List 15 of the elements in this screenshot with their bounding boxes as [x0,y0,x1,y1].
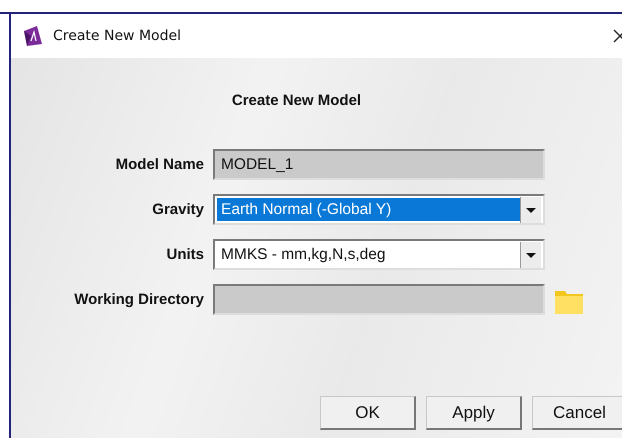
dropdown[interactable]: MMKS - mm,kg,N,s,deg [213,239,545,270]
window-title: Create New Model [53,28,182,44]
field-label: Gravity [151,201,204,218]
app-logo-icon [21,24,45,48]
dialog-heading: Create New Model [230,92,362,109]
close-icon[interactable] [613,28,622,44]
caret-icon [520,196,541,222]
dropdown[interactable]: Earth Normal (-Global Y) [213,194,545,225]
dialog-button[interactable]: Cancel [532,396,622,430]
dialog-button[interactable]: Apply [426,396,522,430]
dialog-button[interactable]: OK [320,396,416,430]
field-label: Working Directory [73,291,204,308]
field-label: Units [166,246,204,263]
caret-icon [520,242,541,268]
field-label: Model Name [114,156,204,173]
